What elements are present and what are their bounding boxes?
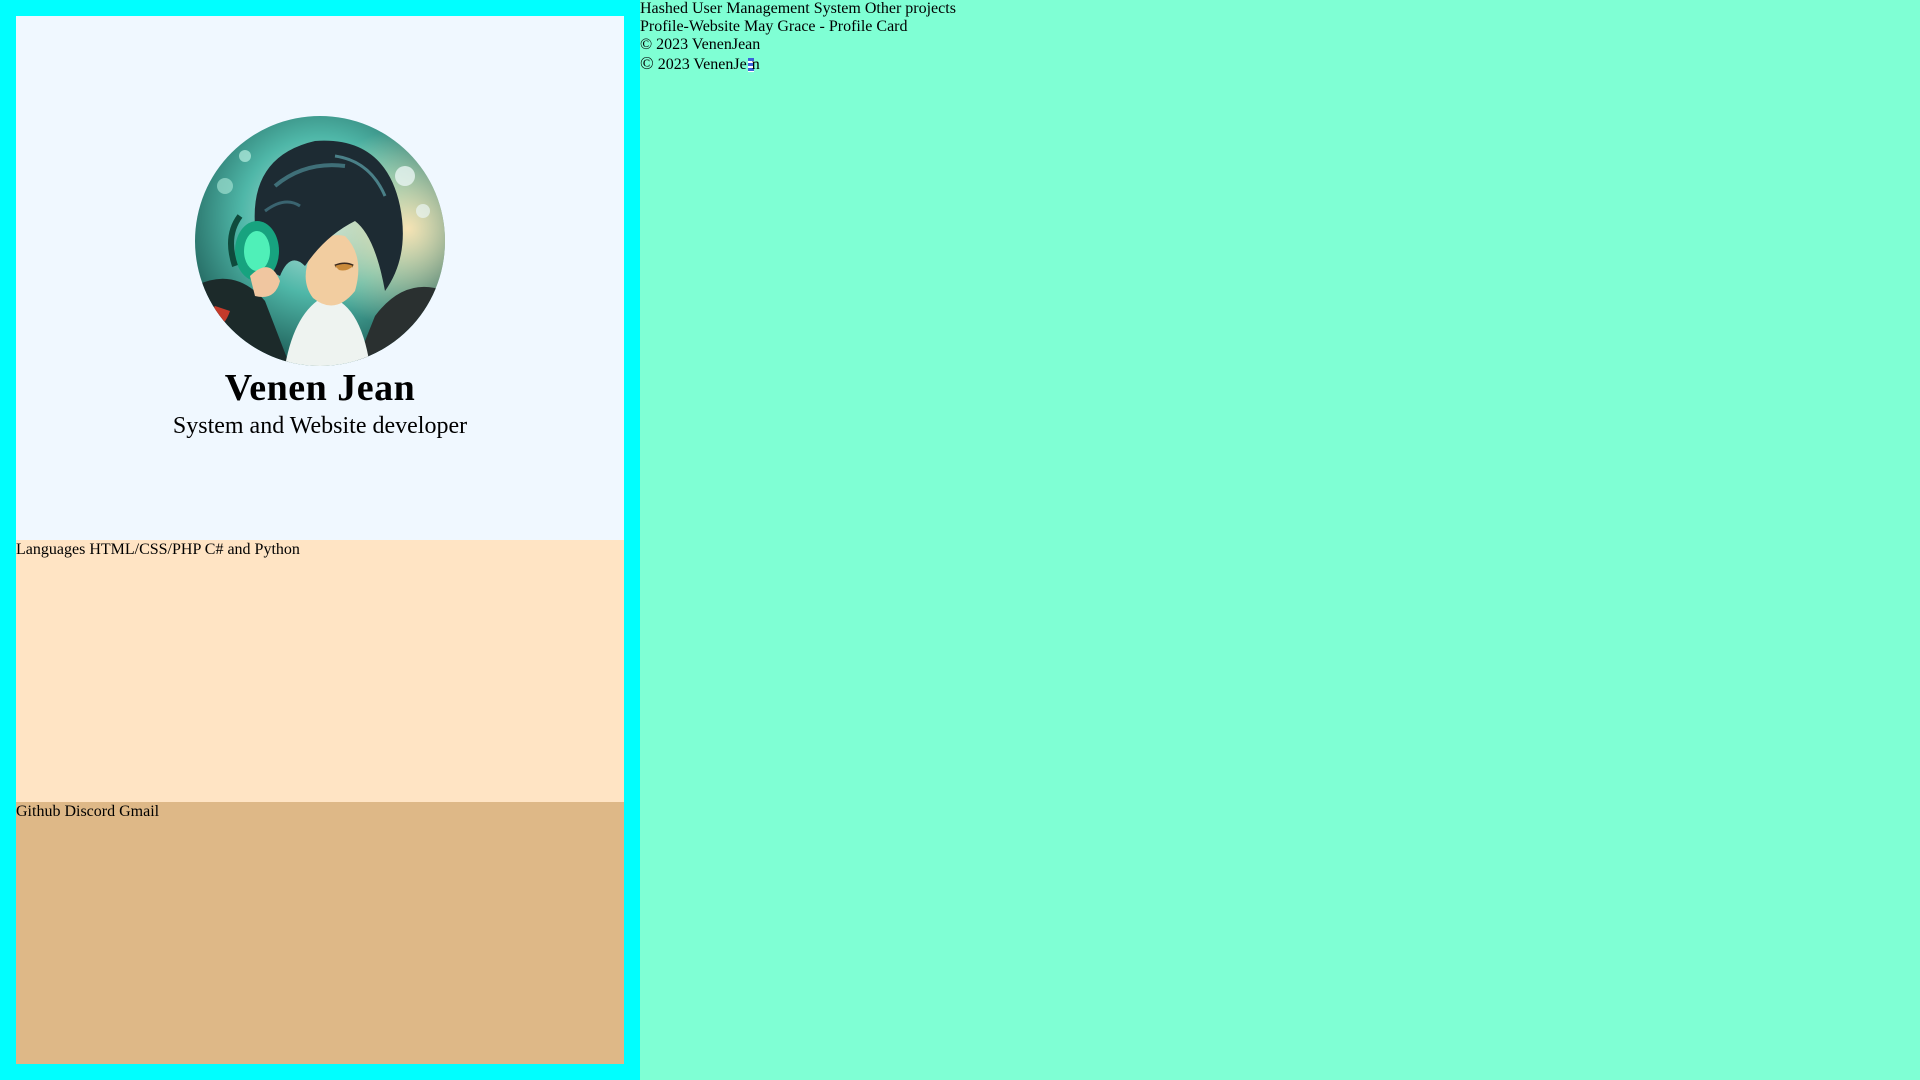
language-item: C# and Python: [204, 541, 300, 558]
discord-link[interactable]: Discord: [64, 803, 115, 820]
github-link[interactable]: Github: [16, 803, 60, 820]
right-content: Hashed User Management System Other proj…: [640, 0, 956, 74]
project-link-other-projects[interactable]: Other projects: [865, 0, 956, 17]
language-item: HTML/CSS/PHP: [89, 541, 201, 558]
copyright-text: © 2023 VenenJean: [640, 36, 761, 53]
copyright-text-2-end: n: [751, 56, 760, 73]
projects-line-2: Profile-Website May Grace - Profile Card: [640, 18, 956, 36]
project-link-hashed-user-management[interactable]: Hashed User Management System: [640, 0, 861, 17]
avatar: [195, 116, 445, 366]
contacts-section: Github Discord Gmail: [16, 802, 624, 1064]
copyright-symbol: ©: [640, 53, 654, 73]
languages-label: Languages: [16, 541, 86, 558]
left-frame: Venen Jean System and Website developer …: [0, 0, 640, 1080]
project-link-may-grace-profile-card[interactable]: May Grace - Profile Card: [744, 18, 908, 35]
gmail-link[interactable]: Gmail: [119, 803, 159, 820]
project-link-profile-website[interactable]: Profile-Website: [640, 18, 740, 35]
copyright-text-2: © 2023 VenenJe n: [640, 54, 956, 74]
page: Venen Jean System and Website developer …: [0, 0, 1920, 1080]
profile-role: System and Website developer: [172, 413, 468, 439]
copyright-text-2-start: 2023 VenenJe: [653, 56, 747, 73]
languages-section: Languages HTML/CSS/PHP C# and Python: [16, 540, 624, 802]
projects-line-1: Hashed User Management System Other proj…: [640, 0, 956, 18]
profile-name: Venen Jean: [224, 367, 416, 409]
profile-section: Venen Jean System and Website developer: [16, 16, 624, 540]
